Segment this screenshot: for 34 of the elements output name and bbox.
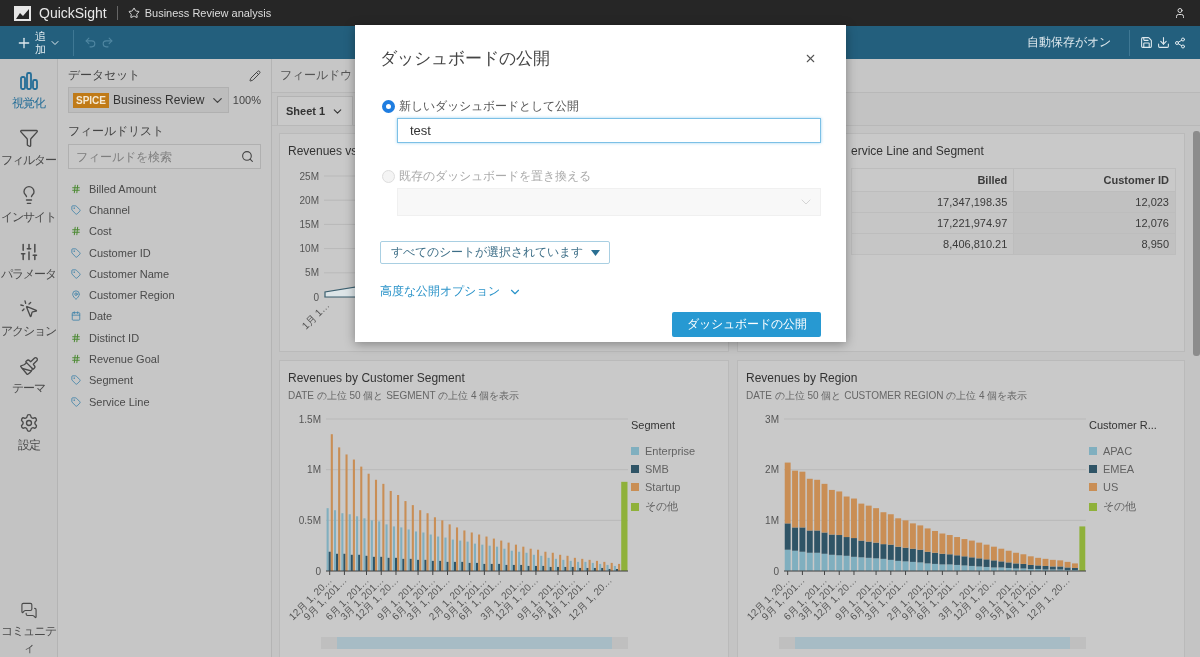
axis-label: 0 — [313, 291, 319, 303]
table-title: ervice Line and Segment — [851, 144, 985, 158]
option-label: 新しいダッシュボードとして公開 — [399, 98, 579, 115]
axis-label: 0.5M — [298, 514, 321, 526]
option-label: 既存のダッシュボードを置き換える — [399, 168, 591, 185]
table-cell: 8,406,810.21 — [851, 233, 1014, 255]
dataset-heading: データセット — [68, 67, 140, 84]
legend-title: Customer R... — [1089, 419, 1157, 431]
field-well-label: フィールドウ — [280, 67, 352, 84]
axis-label: 5M — [305, 267, 319, 279]
axis-label: 25M — [299, 170, 319, 182]
axis-label: 1M — [307, 464, 321, 476]
chart-title: Revenues by Region — [746, 371, 859, 385]
dialog-title: ダッシュボードの公開 — [380, 48, 550, 70]
axis-label: 1.5M — [298, 413, 321, 425]
axis-label: 20M — [299, 194, 319, 206]
chart-subtitle: DATE の上位 50 個と SEGMENT の上位 4 個を表示 — [288, 389, 521, 403]
autosave-status: 自動保存がオン — [1027, 34, 1111, 51]
chart-subtitle: DATE の上位 50 個と CUSTOMER REGION の上位 4 個を表示 — [746, 389, 1029, 403]
axis-label: 3M — [765, 413, 779, 425]
app-name: QuickSight — [39, 5, 107, 21]
axis-label: 1M — [765, 514, 779, 526]
axis-label: 0 — [773, 565, 779, 577]
table-cell: 17,221,974.97 — [851, 212, 1014, 234]
analysis-title: Business Review analysis — [144, 7, 272, 19]
chart-title: Revenues by Customer Segment — [288, 371, 466, 385]
table-cell: 17,347,198.35 — [851, 191, 1014, 213]
axis-label: 0 — [315, 565, 321, 577]
field-list-heading: フィールドリスト — [68, 123, 165, 140]
axis-label: 2M — [765, 464, 779, 476]
axis-label: 15M — [299, 218, 319, 230]
spice-usage: 100% — [232, 94, 261, 106]
legend-title: Segment — [631, 419, 677, 431]
axis-label: 10M — [299, 243, 319, 255]
